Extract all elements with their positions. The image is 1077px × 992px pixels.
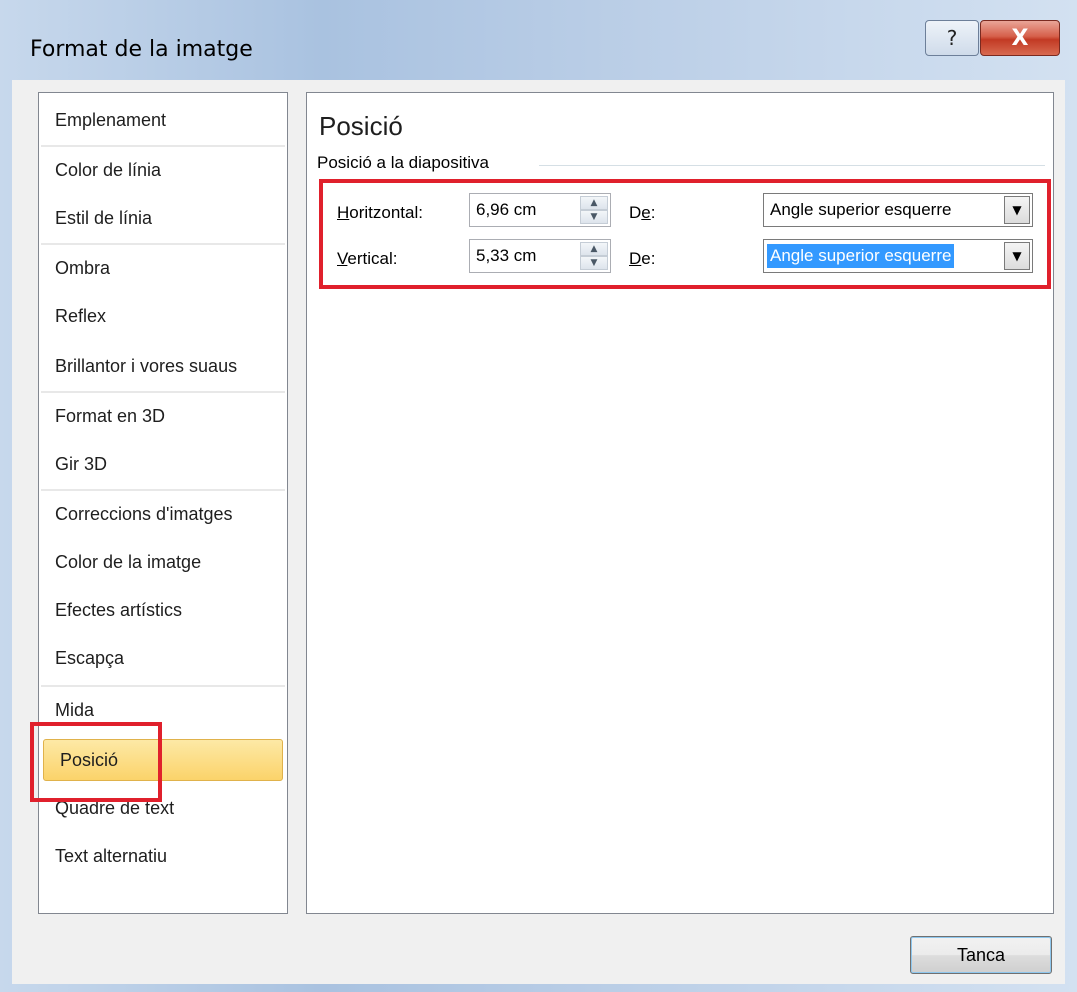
group-divider	[539, 165, 1045, 166]
close-icon: X	[1011, 25, 1029, 51]
highlight-box-category	[30, 722, 162, 802]
highlight-box-position-fields	[319, 179, 1051, 289]
dialog-client-area: Emplenament Color de línia Estil de líni…	[12, 80, 1065, 984]
panel-title: Posició	[319, 111, 403, 141]
close-button[interactable]: Tanca	[910, 936, 1052, 974]
group-label-position: Posició a la diapositiva	[317, 153, 501, 173]
category-item-ombra[interactable]: Ombra	[39, 247, 287, 289]
category-item-color-linia[interactable]: Color de línia	[39, 149, 287, 191]
close-window-button[interactable]: X	[980, 20, 1060, 56]
category-item-reflex[interactable]: Reflex	[39, 295, 287, 337]
category-separator	[41, 685, 285, 687]
category-separator	[41, 243, 285, 245]
category-item-efectes-artistics[interactable]: Efectes artístics	[39, 589, 287, 631]
title-bar[interactable]: Format de la imatge ? X	[0, 0, 1077, 80]
help-icon: ?	[946, 26, 958, 50]
category-separator	[41, 145, 285, 147]
category-item-format-3d[interactable]: Format en 3D	[39, 395, 287, 437]
category-item-brillantor[interactable]: Brillantor i vores suaus	[39, 345, 287, 387]
category-item-estil-linia[interactable]: Estil de línia	[39, 197, 287, 239]
category-item-escapca[interactable]: Escapça	[39, 637, 287, 679]
category-item-emplenament[interactable]: Emplenament	[39, 99, 287, 141]
settings-panel: Posició Posició a la diapositiva Horitzo…	[306, 92, 1054, 914]
category-separator	[41, 489, 285, 491]
dialog-window: Format de la imatge ? X Emplenament Colo…	[0, 0, 1077, 992]
category-separator	[41, 391, 285, 393]
window-title: Format de la imatge	[30, 37, 253, 62]
category-item-gir-3d[interactable]: Gir 3D	[39, 443, 287, 485]
category-item-correccions[interactable]: Correccions d'imatges	[39, 493, 287, 535]
category-item-color-imatge[interactable]: Color de la imatge	[39, 541, 287, 583]
help-button[interactable]: ?	[925, 20, 979, 56]
category-item-text-alternatiu[interactable]: Text alternatiu	[39, 835, 287, 877]
